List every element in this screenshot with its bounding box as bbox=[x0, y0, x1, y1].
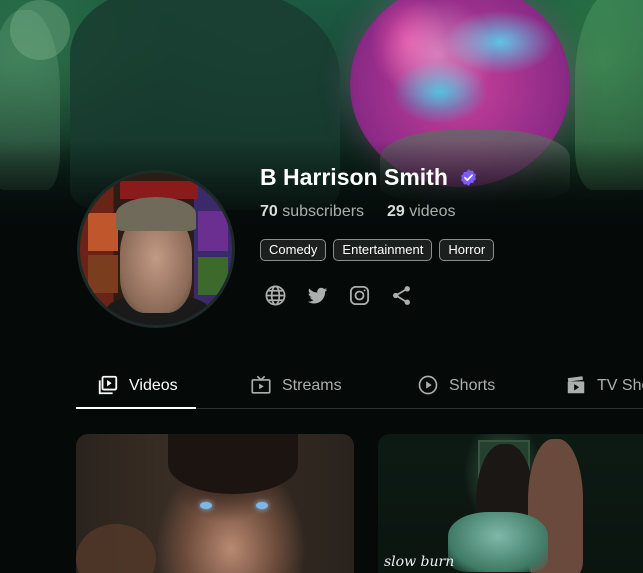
channel-page: B Harrison Smith 70 subscribers 29 video… bbox=[0, 0, 643, 573]
tab-label: Shorts bbox=[449, 377, 496, 394]
channel-avatar[interactable] bbox=[77, 170, 235, 328]
social-links bbox=[264, 284, 413, 307]
verified-check-icon bbox=[461, 169, 476, 186]
video-thumbnail[interactable]: slow burn bbox=[378, 434, 643, 573]
tab-shorts[interactable]: Shorts bbox=[417, 364, 495, 408]
video-library-icon bbox=[98, 375, 118, 395]
subscriber-count: 70 bbox=[260, 203, 278, 220]
tab-label: Videos bbox=[129, 377, 178, 394]
video-count: 29 bbox=[386, 203, 405, 220]
instagram-icon[interactable] bbox=[348, 284, 371, 307]
thumbnail-hand bbox=[76, 524, 156, 573]
tv-icon bbox=[251, 375, 271, 394]
tag-comedy[interactable]: Comedy bbox=[260, 239, 327, 261]
tab-label: TV Sho bbox=[597, 377, 643, 394]
video-label: videos bbox=[409, 203, 456, 220]
channel-name: B Harrison Smith bbox=[260, 164, 448, 190]
avatar-poster bbox=[198, 257, 228, 295]
twitter-icon[interactable] bbox=[306, 284, 329, 307]
channel-stats: 70 subscribers 29 videos bbox=[260, 203, 455, 221]
avatar-cap bbox=[116, 197, 196, 231]
video-thumbnail[interactable] bbox=[76, 434, 354, 573]
thumbnail-hair bbox=[168, 434, 298, 494]
play-circle-icon bbox=[418, 375, 438, 395]
clapperboard-icon bbox=[567, 376, 585, 394]
avatar-poster bbox=[198, 211, 228, 251]
share-icon[interactable] bbox=[390, 284, 413, 307]
tab-tv-shows[interactable]: TV Sho bbox=[565, 364, 643, 408]
thumbnail-eye bbox=[200, 502, 212, 509]
thumbnail-sheet bbox=[448, 512, 548, 572]
tab-videos[interactable]: Videos bbox=[76, 364, 196, 409]
thumbnail-eye bbox=[256, 502, 268, 509]
globe-icon[interactable] bbox=[264, 284, 287, 307]
channel-tabs: Videos Streams Shorts TV Sho bbox=[76, 364, 643, 409]
tab-label: Streams bbox=[282, 377, 342, 394]
channel-tags: Comedy Entertainment Horror bbox=[260, 239, 495, 261]
banner-figure bbox=[10, 0, 70, 60]
avatar-poster bbox=[88, 255, 118, 293]
tab-streams[interactable]: Streams bbox=[250, 364, 342, 408]
subscriber-label: subscribers bbox=[282, 203, 365, 220]
avatar-poster bbox=[88, 213, 118, 251]
tag-horror[interactable]: Horror bbox=[439, 239, 495, 261]
tag-entertainment[interactable]: Entertainment bbox=[333, 239, 433, 261]
thumbnail-title-art: slow burn bbox=[384, 554, 455, 570]
